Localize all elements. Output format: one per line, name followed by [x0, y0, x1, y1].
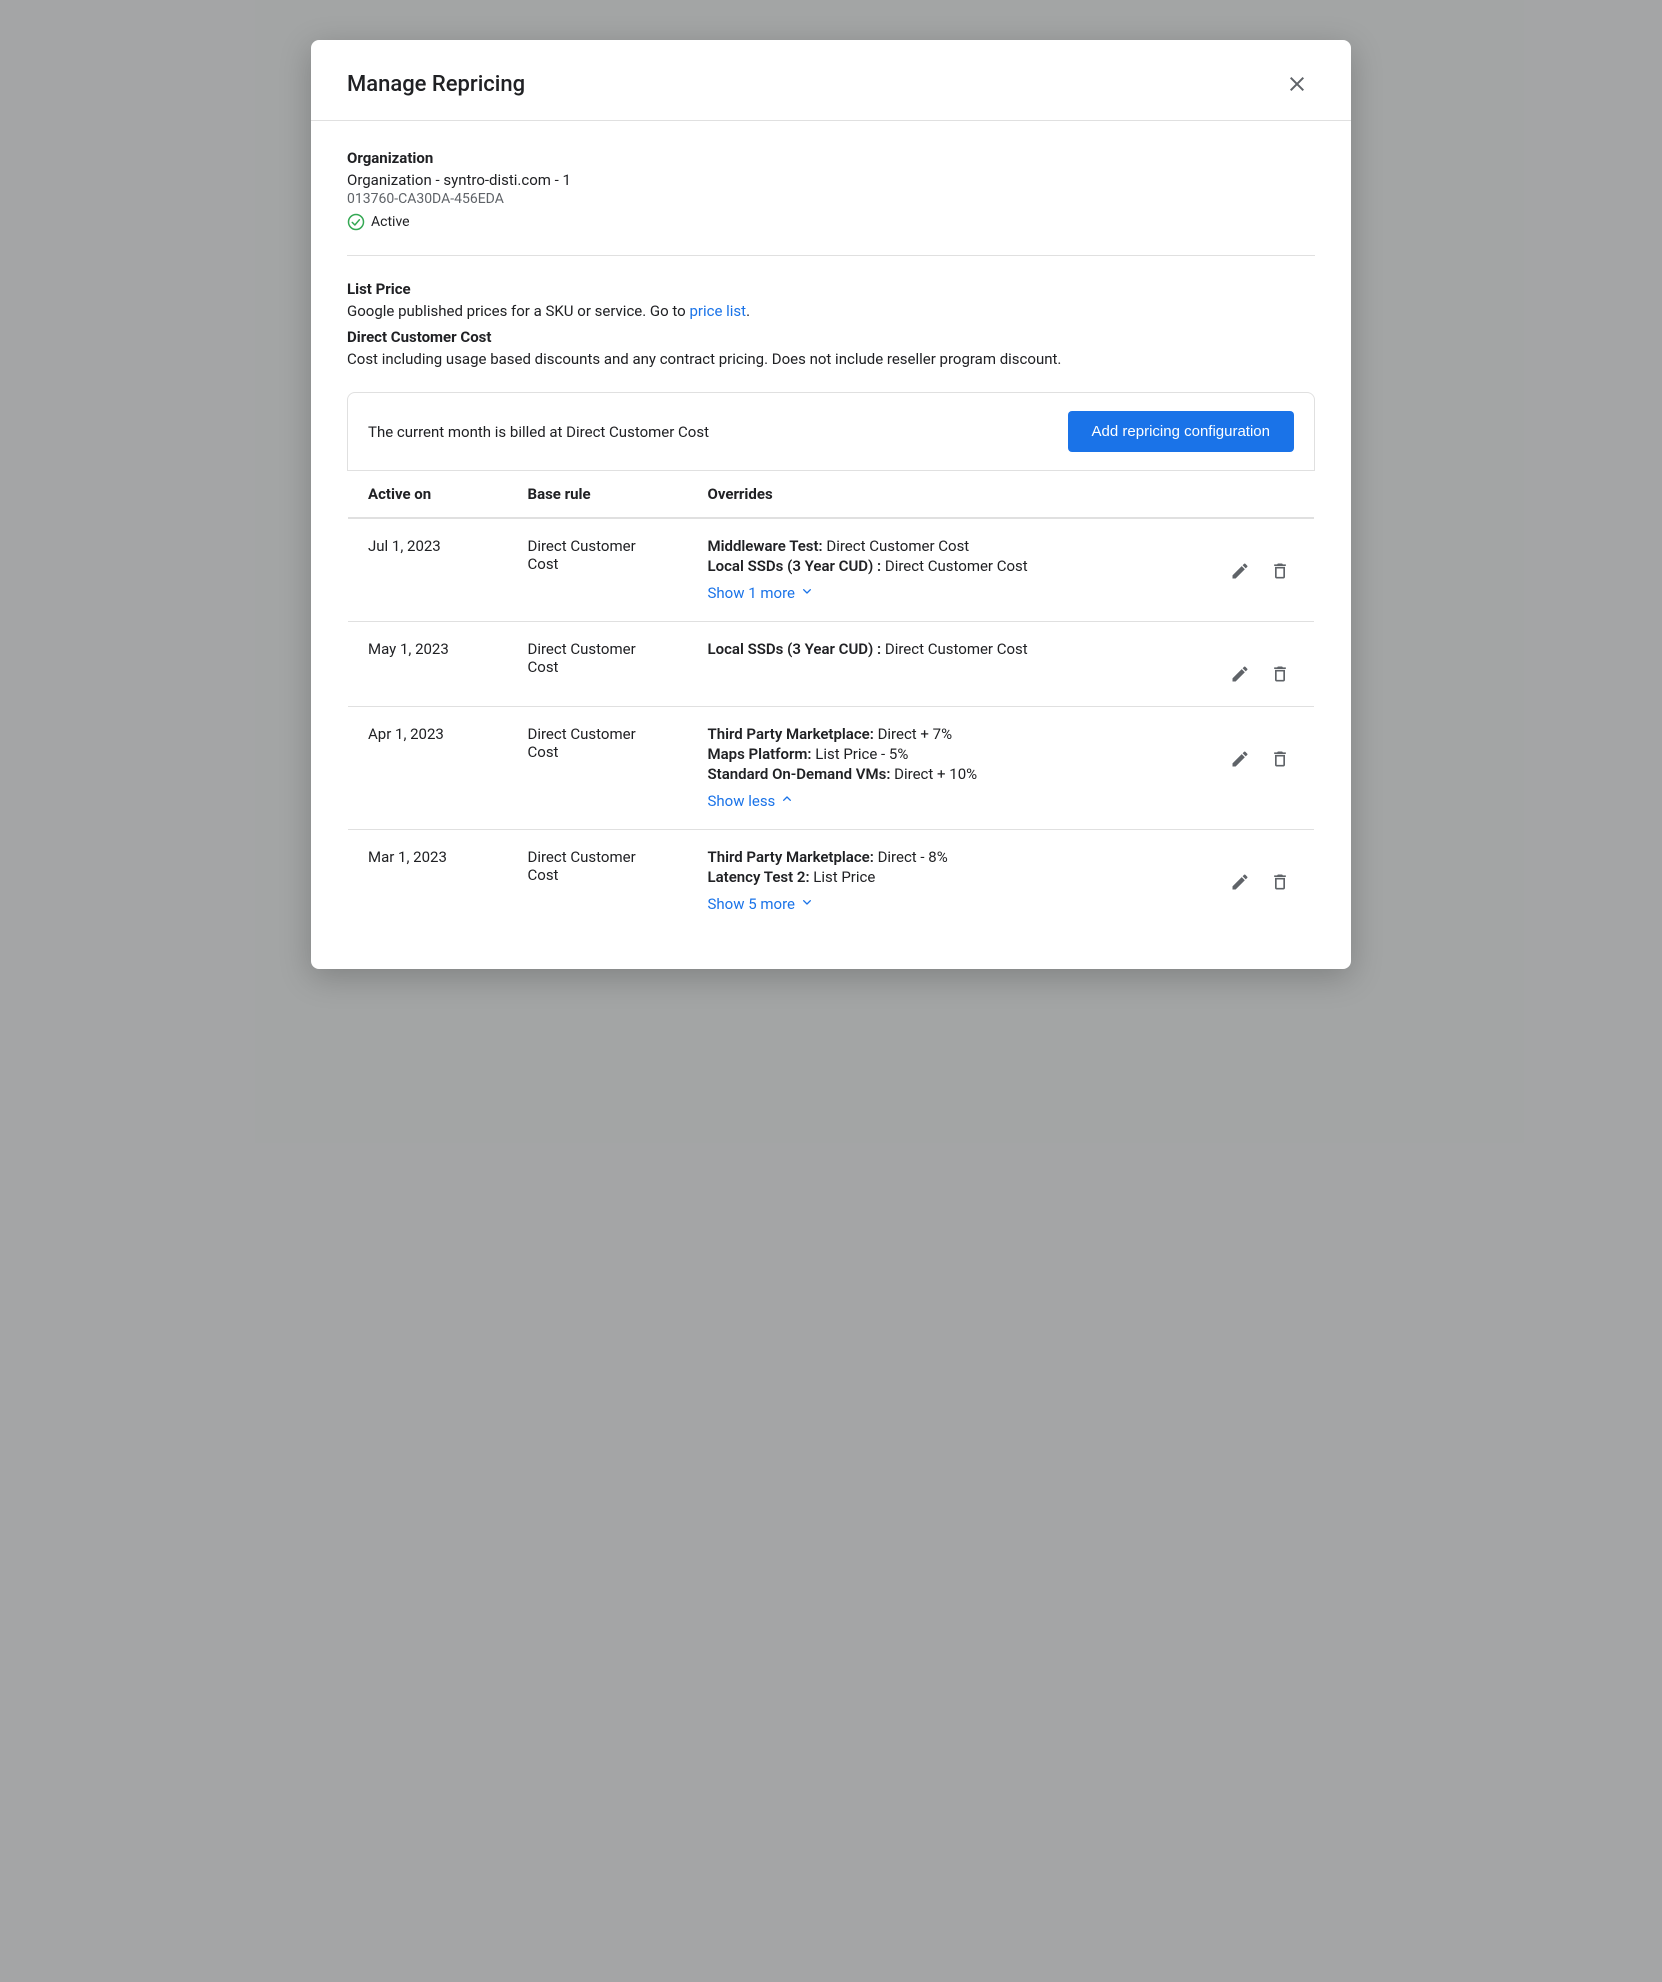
edit-icon: [1230, 664, 1250, 684]
override-line: Third Party Marketplace: Direct - 8%: [708, 848, 1187, 866]
close-button[interactable]: [1279, 68, 1315, 100]
table-header-row: Active on Base rule Overrides: [348, 471, 1315, 518]
modal-title: Manage Repricing: [347, 72, 525, 97]
actions-group: [1226, 725, 1294, 773]
table-row: Mar 1, 2023Direct Customer CostThird Par…: [348, 830, 1315, 933]
list-price-desc-prefix: Google published prices for a SKU or ser…: [347, 302, 689, 320]
override-line: Middleware Test: Direct Customer Cost: [708, 537, 1187, 555]
cell-base-rule: Direct Customer Cost: [508, 830, 688, 933]
show-less-button[interactable]: Show less: [708, 791, 796, 811]
cell-overrides: Local SSDs (3 Year CUD) : Direct Custome…: [688, 622, 1207, 707]
show-more-button[interactable]: Show 5 more: [708, 894, 815, 914]
list-price-section: List Price Google published prices for a…: [347, 280, 1315, 320]
edit-button[interactable]: [1226, 557, 1254, 585]
cell-overrides: Middleware Test: Direct Customer Cost Loc…: [688, 518, 1207, 622]
edit-icon: [1230, 872, 1250, 892]
edit-icon: [1230, 561, 1250, 581]
show-more-button[interactable]: Show 1 more: [708, 583, 815, 603]
actions-group: [1226, 537, 1294, 585]
show-toggle-label: Show 5 more: [708, 895, 795, 913]
cell-active-on: Apr 1, 2023: [348, 707, 508, 830]
col-header-actions: [1206, 471, 1315, 518]
org-section: Organization Organization - syntro-disti…: [347, 149, 1315, 231]
close-icon: [1285, 72, 1309, 96]
delete-icon: [1270, 872, 1290, 892]
chevron-down-icon: [799, 583, 815, 603]
chevron-down-icon: [799, 894, 815, 914]
price-list-link[interactable]: price list: [689, 302, 746, 320]
delete-icon: [1270, 664, 1290, 684]
delete-icon: [1270, 749, 1290, 769]
table-row: Apr 1, 2023Direct Customer CostThird Par…: [348, 707, 1315, 830]
delete-button[interactable]: [1266, 660, 1294, 688]
list-price-label: List Price: [347, 280, 1315, 298]
table-row: May 1, 2023Direct Customer Cost Local SSD…: [348, 622, 1315, 707]
modal-header: Manage Repricing: [311, 40, 1351, 121]
direct-cost-section: Direct Customer Cost Cost including usag…: [347, 328, 1315, 368]
modal-dialog: Manage Repricing Organization Organizati…: [311, 40, 1351, 969]
cell-actions: [1206, 707, 1315, 830]
direct-cost-desc: Cost including usage based discounts and…: [347, 350, 1315, 368]
list-price-desc: Google published prices for a SKU or ser…: [347, 302, 1315, 320]
table-row: Jul 1, 2023Direct Customer CostMiddlewar…: [348, 518, 1315, 622]
cell-base-rule: Direct Customer Cost: [508, 707, 688, 830]
add-repricing-config-button[interactable]: Add repricing configuration: [1068, 411, 1294, 452]
actions-group: [1226, 640, 1294, 688]
cell-actions: [1206, 622, 1315, 707]
billing-notice-text: The current month is billed at Direct Cu…: [368, 423, 709, 441]
edit-button[interactable]: [1226, 745, 1254, 773]
override-line: Maps Platform: List Price - 5%: [708, 745, 1187, 763]
chevron-up-icon: [779, 791, 795, 811]
org-label: Organization: [347, 149, 1315, 167]
cell-active-on: Mar 1, 2023: [348, 830, 508, 933]
override-line: Standard On-Demand VMs: Direct + 10%: [708, 765, 1187, 783]
col-header-overrides: Overrides: [688, 471, 1207, 518]
cell-base-rule: Direct Customer Cost: [508, 518, 688, 622]
edit-icon: [1230, 749, 1250, 769]
cell-overrides: Third Party Marketplace: Direct - 8% Late…: [688, 830, 1207, 933]
cell-overrides: Third Party Marketplace: Direct + 7% Maps…: [688, 707, 1207, 830]
modal-body: Organization Organization - syntro-disti…: [311, 121, 1351, 969]
delete-button[interactable]: [1266, 868, 1294, 896]
override-line: Local SSDs (3 Year CUD) : Direct Custome…: [708, 557, 1187, 575]
delete-button[interactable]: [1266, 745, 1294, 773]
repricing-table: Active on Base rule Overrides Jul 1, 202…: [347, 471, 1315, 933]
cell-active-on: Jul 1, 2023: [348, 518, 508, 622]
edit-button[interactable]: [1226, 660, 1254, 688]
show-toggle-label: Show less: [708, 792, 776, 810]
direct-cost-label: Direct Customer Cost: [347, 328, 1315, 346]
list-price-desc-suffix: .: [746, 302, 750, 320]
cell-actions: [1206, 518, 1315, 622]
org-status-badge: Active: [347, 213, 1315, 231]
org-status-text: Active: [371, 214, 410, 230]
cell-active-on: May 1, 2023: [348, 622, 508, 707]
section-divider-1: [347, 255, 1315, 256]
cell-base-rule: Direct Customer Cost: [508, 622, 688, 707]
override-line: Third Party Marketplace: Direct + 7%: [708, 725, 1187, 743]
col-header-active-on: Active on: [348, 471, 508, 518]
override-line: Latency Test 2: List Price: [708, 868, 1187, 886]
show-toggle-label: Show 1 more: [708, 584, 795, 602]
override-line: Local SSDs (3 Year CUD) : Direct Custome…: [708, 640, 1187, 658]
actions-group: [1226, 848, 1294, 896]
check-circle-icon: [347, 213, 365, 231]
org-name: Organization - syntro-disti.com - 1: [347, 171, 1315, 189]
delete-icon: [1270, 561, 1290, 581]
delete-button[interactable]: [1266, 557, 1294, 585]
col-header-base-rule: Base rule: [508, 471, 688, 518]
cell-actions: [1206, 830, 1315, 933]
modal-overlay: Manage Repricing Organization Organizati…: [0, 0, 1662, 1982]
org-id: 013760-CA30DA-456EDA: [347, 191, 1315, 207]
edit-button[interactable]: [1226, 868, 1254, 896]
billing-notice-row: The current month is billed at Direct Cu…: [347, 392, 1315, 471]
